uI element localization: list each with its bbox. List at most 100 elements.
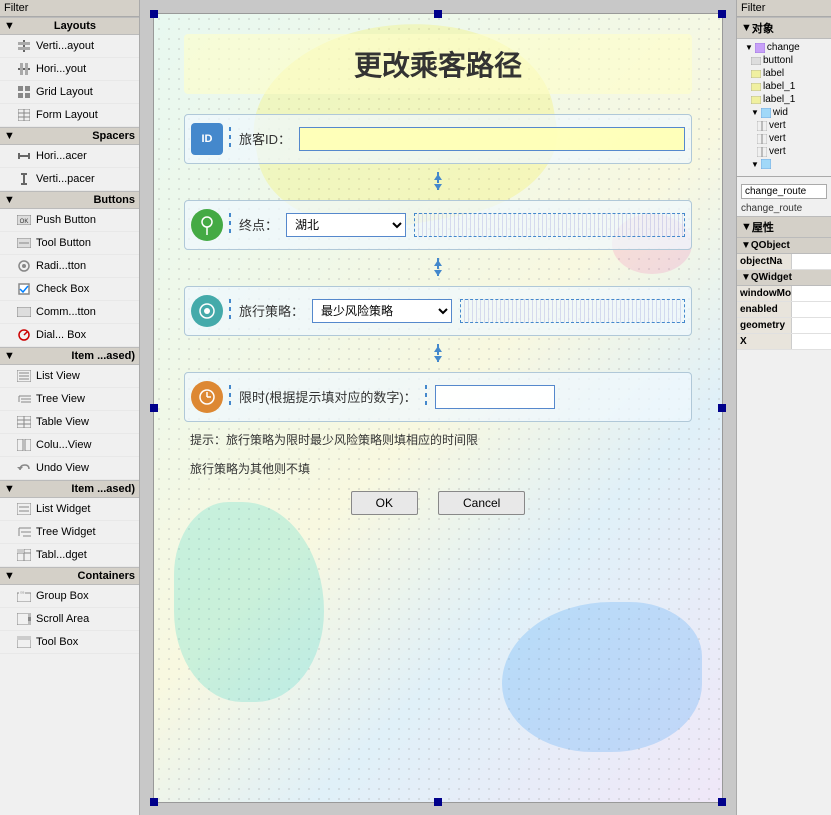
prop-value-x[interactable] — [792, 334, 831, 349]
tree-item-change[interactable]: ▼ change — [739, 41, 829, 54]
group-box-icon: GB — [16, 588, 32, 604]
sidebar-item-tree-view[interactable]: Tree View — [0, 388, 139, 411]
ok-button[interactable]: OK — [351, 491, 418, 515]
tree-item-wid2[interactable]: ▼ — [739, 158, 829, 170]
right-filter-input[interactable] — [741, 184, 827, 199]
section-buttons[interactable]: ▼ Buttons — [0, 191, 139, 209]
list-view-icon — [16, 368, 32, 384]
tree-item-label[interactable]: label — [739, 67, 829, 80]
field-row-passenger-id: ID 旅客ID： — [184, 114, 692, 164]
handle-mid-right[interactable] — [718, 404, 726, 412]
hori-layout-icon — [16, 61, 32, 77]
handle-bottom-right[interactable] — [718, 798, 726, 806]
sidebar-item-column-view[interactable]: Colu...View — [0, 434, 139, 457]
right-filter-bar: Filter — [737, 0, 831, 17]
strategy-label: 旅行策略： — [239, 301, 304, 320]
sidebar-item-table-widget[interactable]: Tabl...dget — [0, 544, 139, 567]
section-layouts[interactable]: ▼ Layouts — [0, 17, 139, 35]
tree-label-label: label — [763, 68, 784, 79]
sidebar-item-scroll-area[interactable]: Scroll Area — [0, 608, 139, 631]
list-view-label: List View — [36, 370, 80, 382]
sidebar-item-group-box[interactable]: GB Group Box — [0, 585, 139, 608]
passenger-id-input[interactable] — [299, 127, 685, 151]
section-containers-title: Containers — [78, 570, 135, 582]
prop-row-enabled: enabled — [737, 302, 831, 318]
handle-mid-left[interactable] — [150, 404, 158, 412]
strategy-select[interactable]: 最少风险策略 最短时间 最少换乘 — [312, 299, 452, 323]
qwidget-arrow: ▼ — [741, 272, 751, 283]
form-content: 更改乘客路径 ID 旅客ID： 终点： 湖北 — [154, 14, 722, 535]
prop-row-geometry: geometry — [737, 318, 831, 334]
sidebar-item-tool-button[interactable]: Tool Button — [0, 232, 139, 255]
sidebar-item-form-layout[interactable]: Form Layout — [0, 104, 139, 127]
sidebar-item-radio-button[interactable]: Radi...tton — [0, 255, 139, 278]
sidebar-item-tree-widget[interactable]: Tree Widget — [0, 521, 139, 544]
sidebar-item-undo-view[interactable]: Undo View — [0, 457, 139, 480]
qobject-arrow: ▼ — [741, 240, 751, 251]
dest-separator — [229, 213, 231, 237]
sidebar-item-table-view[interactable]: Table View — [0, 411, 139, 434]
prop-name-enabled: enabled — [737, 302, 792, 317]
id-icon: ID — [191, 123, 223, 155]
sidebar-item-list-view[interactable]: List View — [0, 365, 139, 388]
tree-label-label1b: label_1 — [763, 94, 795, 105]
handle-bottom-left[interactable] — [150, 798, 158, 806]
sidebar-item-grid-layout[interactable]: Grid Layout — [0, 81, 139, 104]
radio-button-label: Radi...tton — [36, 260, 86, 272]
section-containers[interactable]: ▼ Containers — [0, 567, 139, 585]
designer-canvas[interactable]: 更改乘客路径 ID 旅客ID： 终点： 湖北 — [153, 13, 723, 803]
item-widgets-arrow: ▼ — [4, 483, 15, 495]
left-filter-label: Filter — [4, 2, 28, 14]
cancel-button[interactable]: Cancel — [438, 491, 525, 515]
table-widget-icon — [16, 547, 32, 563]
section-item-views-title: Item ...ased) — [71, 350, 135, 362]
svg-text:GB: GB — [20, 591, 24, 595]
sidebar-item-verti-spacer[interactable]: Verti...pacer — [0, 168, 139, 191]
prop-name-x: X — [737, 334, 792, 349]
properties-section-header: ▼ 屋性 — [737, 216, 831, 238]
sidebar-item-push-button[interactable]: OK Push Button — [0, 209, 139, 232]
tree-item-label1b[interactable]: label_1 — [739, 93, 829, 106]
vert2-icon — [757, 134, 767, 144]
time-input[interactable] — [435, 385, 555, 409]
qobject-label: QObject — [751, 240, 790, 251]
handle-top-right[interactable] — [718, 10, 726, 18]
sidebar-item-verti-layout[interactable]: Verti...ayout — [0, 35, 139, 58]
hori-spacer-label: Hori...acer — [36, 150, 87, 162]
right-panel: Filter ▼ 对象 ▼ change buttonl label — [736, 0, 831, 815]
handle-top-left[interactable] — [150, 10, 158, 18]
right-filter-section — [737, 181, 831, 201]
command-button-icon — [16, 304, 32, 320]
tree-item-wid[interactable]: ▼ wid — [739, 106, 829, 119]
sidebar-item-tool-box[interactable]: Tool Box — [0, 631, 139, 654]
field-row-destination: 终点： 湖北 北京 上海 — [184, 200, 692, 250]
destination-select[interactable]: 湖北 北京 上海 — [286, 213, 406, 237]
prop-value-enabled[interactable] — [792, 302, 831, 317]
prop-value-objectname[interactable] — [792, 254, 831, 269]
sidebar-item-hori-spacer[interactable]: Hori...acer — [0, 145, 139, 168]
sidebar-item-command-button[interactable]: Comm...tton — [0, 301, 139, 324]
sidebar-item-hori-layout[interactable]: Hori...yout — [0, 58, 139, 81]
tree-item-label1[interactable]: label_1 — [739, 80, 829, 93]
tree-item-vert2[interactable]: vert — [739, 132, 829, 145]
tree-label-change: change — [767, 42, 800, 53]
left-panel: Filter ▼ Layouts Verti...ayout Hori...yo… — [0, 0, 140, 815]
spacer-1 — [184, 172, 692, 192]
grid-layout-label: Grid Layout — [36, 86, 93, 98]
prop-value-windowmo[interactable] — [792, 286, 831, 301]
tree-item-vert3[interactable]: vert — [739, 145, 829, 158]
tree-item-buttonl[interactable]: buttonl — [739, 54, 829, 67]
handle-top-mid[interactable] — [434, 10, 442, 18]
tree-item-vert1[interactable]: vert — [739, 119, 829, 132]
sidebar-item-check-box[interactable]: Check Box — [0, 278, 139, 301]
section-item-widgets[interactable]: ▼ Item ...ased) — [0, 480, 139, 498]
handle-bottom-mid[interactable] — [434, 798, 442, 806]
section-spacers[interactable]: ▼ Spacers — [0, 127, 139, 145]
prop-name-objectname: objectNa — [737, 254, 792, 269]
tree-label-buttonl: buttonl — [763, 55, 793, 66]
section-item-views[interactable]: ▼ Item ...ased) — [0, 347, 139, 365]
sidebar-item-dial-box[interactable]: Dial... Box — [0, 324, 139, 347]
sidebar-item-list-widget[interactable]: List Widget — [0, 498, 139, 521]
form-layout-icon — [16, 107, 32, 123]
prop-value-geometry[interactable] — [792, 318, 831, 333]
